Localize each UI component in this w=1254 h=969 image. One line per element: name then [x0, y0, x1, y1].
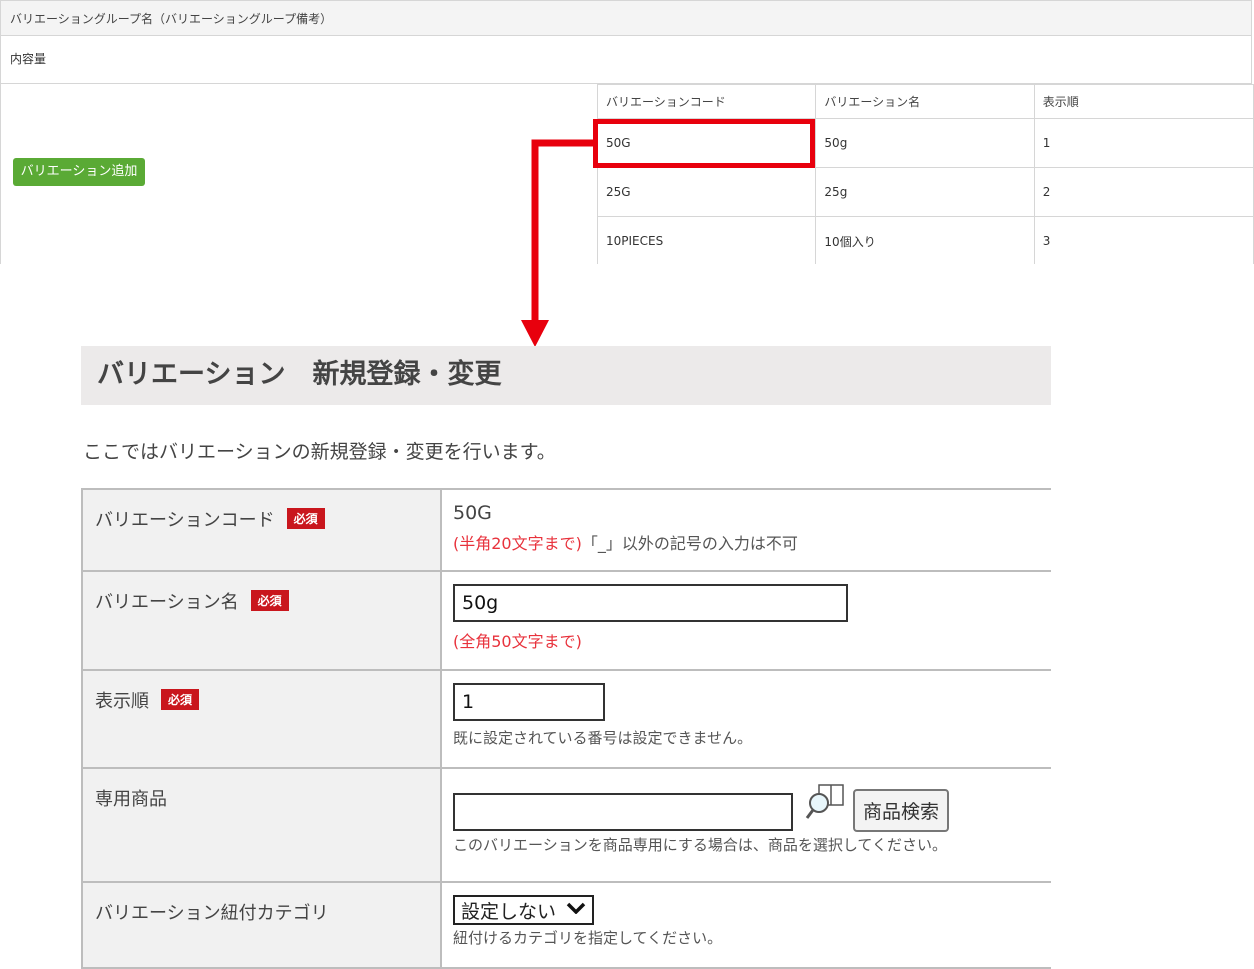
- cell-code[interactable]: 25G: [596, 167, 817, 217]
- value-cell: 1 既に設定されている番号は設定できません。: [440, 669, 1051, 769]
- code-value: 50G: [453, 502, 492, 524]
- highlight-box: [593, 119, 815, 168]
- label-cell: バリエーション名 必須: [81, 570, 442, 671]
- column-header-name: バリエーション名: [815, 84, 1035, 119]
- label-cell: 表示順 必須: [81, 669, 442, 769]
- form-row-order: 表示順 必須 1 既に設定されている番号は設定できません。: [81, 669, 1051, 769]
- label-cell: バリエーション紐付カテゴリ: [81, 881, 442, 969]
- category-selected-value: 設定しない: [461, 900, 557, 923]
- cell-order: 2: [1033, 167, 1254, 217]
- add-variation-button[interactable]: バリエーション追加: [13, 158, 145, 186]
- cell-name: 10個入り: [815, 216, 1035, 264]
- table-header-row: バリエーションコード バリエーション名 表示順: [596, 84, 1254, 119]
- table-row[interactable]: 10PIECES 10個入り 3: [596, 216, 1254, 264]
- required-badge: 必須: [286, 508, 325, 529]
- variation-table: バリエーションコード バリエーション名 表示順 50G 50g 1 25G 25…: [596, 84, 1254, 264]
- code-note-limit: (半角20文字まで): [453, 534, 582, 553]
- value-cell: 設定しない 紐付けるカテゴリを指定してください。: [440, 881, 1051, 969]
- form-row-category: バリエーション紐付カテゴリ 設定しない 紐付けるカテゴリを指定してください。: [81, 881, 1051, 969]
- product-label: 専用商品: [95, 789, 167, 810]
- value-cell: 商品検索 このバリエーションを商品専用にする場合は、商品を選択してください。: [440, 767, 1051, 883]
- code-note: (半角20文字まで)「_」以外の記号の入力は不可: [453, 530, 1040, 554]
- required-badge: 必須: [250, 590, 289, 611]
- value-cell: 50G (半角20文字まで)「_」以外の記号の入力は不可: [440, 488, 1051, 572]
- variation-name-input[interactable]: 50g: [453, 584, 848, 622]
- product-note: このバリエーションを商品専用にする場合は、商品を選択してください。: [453, 836, 947, 854]
- page-intro: ここではバリエーションの新規登録・変更を行います。: [83, 441, 556, 463]
- table-row[interactable]: 25G 25g 2: [596, 167, 1254, 217]
- order-label: 表示順: [95, 691, 149, 712]
- code-note-rule: 「_」以外の記号の入力は不可: [581, 534, 798, 553]
- variation-form: バリエーションコード 必須 50G (半角20文字まで)「_」以外の記号の入力は不…: [81, 488, 1051, 969]
- cell-order: 1: [1033, 118, 1254, 168]
- cell-order: 3: [1033, 216, 1254, 264]
- product-search-group: 商品検索: [453, 781, 1040, 832]
- category-select[interactable]: 設定しない: [453, 895, 595, 925]
- group-name: 内容量: [0, 36, 1252, 84]
- label-cell: 専用商品: [81, 767, 442, 883]
- display-order-input[interactable]: 1: [453, 683, 605, 721]
- name-label: バリエーション名: [95, 592, 239, 613]
- required-badge: 必須: [161, 689, 200, 710]
- category-note: 紐付けるカテゴリを指定してください。: [453, 929, 723, 947]
- product-input[interactable]: [453, 793, 793, 831]
- book-magnifier-icon[interactable]: [805, 781, 849, 827]
- group-header: バリエーショングループ名（バリエーショングループ備考）: [0, 0, 1252, 36]
- column-header-order: 表示順: [1033, 84, 1254, 119]
- product-search-button[interactable]: 商品検索: [853, 789, 950, 832]
- name-note: (全角50文字まで): [453, 632, 582, 651]
- category-label: バリエーション紐付カテゴリ: [95, 903, 329, 924]
- form-row-product: 専用商品 商品検索 このバリエーションを商品専用にする場合は、商品を選択してくだ…: [81, 767, 1051, 883]
- chevron-down-icon: [566, 902, 586, 918]
- order-note: 既に設定されている番号は設定できません。: [453, 729, 753, 747]
- label-cell: バリエーションコード 必須: [81, 488, 442, 572]
- cell-code[interactable]: 10PIECES: [596, 216, 817, 264]
- arrow-head: [521, 320, 549, 347]
- form-row-name: バリエーション名 必須 50g (全角50文字まで): [81, 570, 1051, 671]
- cell-name: 50g: [815, 118, 1035, 168]
- column-header-code: バリエーションコード: [596, 84, 817, 119]
- cell-name: 25g: [815, 167, 1035, 217]
- page-title: バリエーション 新規登録・変更: [81, 346, 1051, 405]
- value-cell: 50g (全角50文字まで): [440, 570, 1051, 671]
- form-row-code: バリエーションコード 必須 50G (半角20文字まで)「_」以外の記号の入力は不…: [81, 488, 1051, 572]
- code-label: バリエーションコード: [95, 510, 275, 531]
